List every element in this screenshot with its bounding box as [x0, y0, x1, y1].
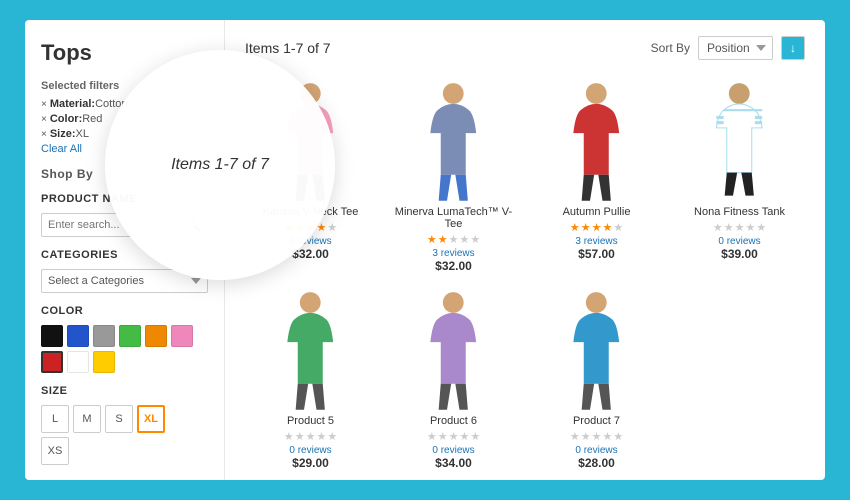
price-3: $57.00: [578, 247, 615, 261]
size-M[interactable]: M: [73, 405, 101, 433]
color-swatch-black[interactable]: [41, 325, 63, 347]
reviews-link-4[interactable]: 0 reviews: [718, 236, 760, 247]
search-icon: 🔍: [186, 218, 201, 232]
product-card-3: Autumn Pullie ★★★★★ 3 reviews $57.00: [531, 76, 662, 273]
price-6: $34.00: [435, 456, 472, 470]
color-section-title: COLOR: [41, 305, 208, 317]
price-1: $32.00: [292, 247, 329, 261]
stars-5: ★★★★★: [284, 430, 337, 443]
stars-2: ★★★★★: [427, 233, 480, 246]
price-7: $28.00: [578, 456, 615, 470]
sort-label: Sort By: [651, 41, 690, 55]
product-name-6: Product 6: [430, 415, 477, 427]
reviews-link-3[interactable]: 3 reviews: [575, 236, 617, 247]
selected-filters-label: Selected filters: [41, 80, 208, 92]
color-swatch-pink[interactable]: [171, 325, 193, 347]
product-image-7[interactable]: [531, 285, 662, 415]
stars-6: ★★★★★: [427, 430, 480, 443]
categories-section-title: CATEGORIES: [41, 249, 208, 261]
product-name-4: Nona Fitness Tank: [694, 206, 785, 218]
remove-size-filter[interactable]: ×: [41, 129, 47, 140]
size-options-row2: XS: [41, 437, 208, 465]
shop-by-label: Shop By: [41, 167, 208, 181]
product-image-4[interactable]: [674, 76, 805, 206]
reviews-link-6[interactable]: 0 reviews: [432, 445, 474, 456]
categories-select[interactable]: Select a Categories: [41, 269, 208, 293]
items-count: Items 1-7 of 7: [245, 40, 331, 56]
product-card-2: Minerva LumaTech™ V-Tee ★★★★★ 3 reviews …: [388, 76, 519, 273]
product-name-search-input[interactable]: [48, 219, 186, 231]
product-name-5: Product 5: [287, 415, 334, 427]
sidebar: Tops Selected filters × Material:Cotton …: [25, 20, 225, 480]
product-name-7: Product 7: [573, 415, 620, 427]
product-card-7: Product 7 ★★★★★ 0 reviews $28.00: [531, 285, 662, 470]
reviews-link-5[interactable]: 0 reviews: [289, 445, 331, 456]
size-XS[interactable]: XS: [41, 437, 69, 465]
page-title: Tops: [41, 40, 208, 66]
product-name-2: Minerva LumaTech™ V-Tee: [388, 206, 519, 230]
color-swatches: [41, 325, 208, 373]
color-swatch-orange[interactable]: [145, 325, 167, 347]
product-name-3: Autumn Pullie: [563, 206, 631, 218]
product-image-3[interactable]: [531, 76, 662, 206]
product-name-search-box: 🔍: [41, 213, 208, 237]
product-name-section-title: PRODUCT NAME: [41, 193, 208, 205]
product-card-6: Product 6 ★★★★★ 0 reviews $34.00: [388, 285, 519, 470]
color-swatch-gray[interactable]: [93, 325, 115, 347]
color-swatch-green[interactable]: [119, 325, 141, 347]
stars-3: ★★★★★: [570, 221, 623, 234]
product-card-4: Nona Fitness Tank ★★★★★ 0 reviews $39.00: [674, 76, 805, 273]
color-swatch-red[interactable]: [41, 351, 63, 373]
main-header: Items 1-7 of 7 Sort By Position Name Pri…: [245, 36, 805, 60]
main-content: Items 1-7 of 7 Sort By Position Name Pri…: [225, 20, 825, 480]
size-XL[interactable]: XL: [137, 405, 165, 433]
price-4: $39.00: [721, 247, 758, 261]
remove-color-filter[interactable]: ×: [41, 114, 47, 125]
sort-order-button[interactable]: ↓: [781, 36, 805, 60]
sort-select[interactable]: Position Name Price: [698, 36, 773, 60]
size-L[interactable]: L: [41, 405, 69, 433]
product-image-6[interactable]: [388, 285, 519, 415]
reviews-link-7[interactable]: 0 reviews: [575, 445, 617, 456]
price-2: $32.00: [435, 259, 472, 273]
clear-all-link[interactable]: Clear All: [41, 143, 208, 155]
main-container: Tops Selected filters × Material:Cotton …: [25, 20, 825, 480]
product-name-1: Karissa V-Neck Tee: [263, 206, 359, 218]
product-card-5: Product 5 ★★★★★ 0 reviews $29.00: [245, 285, 376, 470]
reviews-link-1[interactable]: 3 reviews: [289, 236, 331, 247]
product-image-5[interactable]: [245, 285, 376, 415]
size-S[interactable]: S: [105, 405, 133, 433]
remove-material-filter[interactable]: ×: [41, 99, 47, 110]
products-grid: Karissa V-Neck Tee ★★★★★ 3 reviews $32.0…: [245, 76, 805, 470]
product-image-1[interactable]: [245, 76, 376, 206]
product-card-1: Karissa V-Neck Tee ★★★★★ 3 reviews $32.0…: [245, 76, 376, 273]
stars-4: ★★★★★: [713, 221, 766, 234]
filter-color: × Color:Red: [41, 113, 208, 125]
size-section-title: SIZE: [41, 385, 208, 397]
color-swatch-blue[interactable]: [67, 325, 89, 347]
price-5: $29.00: [292, 456, 329, 470]
filter-material: × Material:Cotton: [41, 98, 208, 110]
sort-bar: Sort By Position Name Price ↓: [651, 36, 805, 60]
filter-size: × Size:XL: [41, 128, 208, 140]
reviews-link-2[interactable]: 3 reviews: [432, 248, 474, 259]
color-swatch-yellow[interactable]: [93, 351, 115, 373]
stars-7: ★★★★★: [570, 430, 623, 443]
stars-1: ★★★★★: [284, 221, 337, 234]
size-options: L M S XL: [41, 405, 208, 433]
color-swatch-white[interactable]: [67, 351, 89, 373]
product-image-2[interactable]: [388, 76, 519, 206]
